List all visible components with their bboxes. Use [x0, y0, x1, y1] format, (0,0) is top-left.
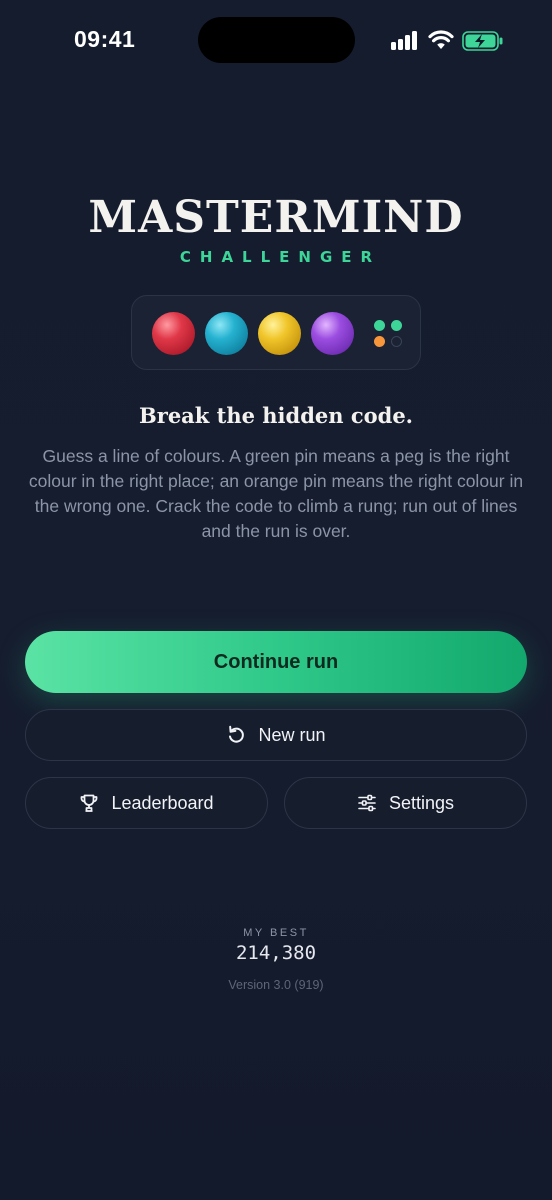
intro-description: Guess a line of colours. A green pin mea… [28, 446, 524, 541]
status-time: 09:41 [74, 26, 136, 52]
trophy-icon [81, 794, 98, 812]
leaderboard-label: Leaderboard [111, 792, 214, 813]
continue-run-label: Continue run [213, 650, 339, 673]
sliders-icon [358, 794, 376, 812]
settings-button[interactable]: Settings [284, 777, 527, 829]
app-subtitle: CHALLENGER [179, 248, 382, 266]
new-run-label: New run [258, 724, 326, 745]
yellow-peg [258, 312, 301, 355]
best-score-value: 214,380 [235, 942, 317, 964]
intro-headline: Break the hidden code. [139, 403, 413, 428]
purple-peg [311, 312, 354, 355]
green-feedback-pin [391, 320, 402, 331]
leaderboard-button[interactable]: Leaderboard [25, 777, 268, 829]
empty-feedback-pin [391, 336, 402, 347]
battery-charging-icon [462, 31, 503, 51]
app-title: MASTERMIND [88, 192, 464, 243]
version-text: Version 3.0 (919) [228, 978, 324, 992]
best-score-label: MY BEST [243, 927, 309, 939]
cellular-signal-icon [391, 30, 421, 50]
green-feedback-pin [374, 320, 385, 331]
dynamic-island [198, 17, 355, 63]
new-run-button[interactable]: New run [25, 709, 527, 761]
peg-tray-preview [131, 295, 421, 370]
restart-icon [229, 725, 245, 743]
red-peg [152, 312, 195, 355]
orange-feedback-pin [374, 336, 385, 347]
wifi-icon [428, 30, 454, 49]
teal-peg [205, 312, 248, 355]
continue-run-button[interactable]: Continue run [25, 631, 527, 693]
settings-label: Settings [388, 792, 455, 813]
status-bar: 09:41 [0, 0, 552, 80]
